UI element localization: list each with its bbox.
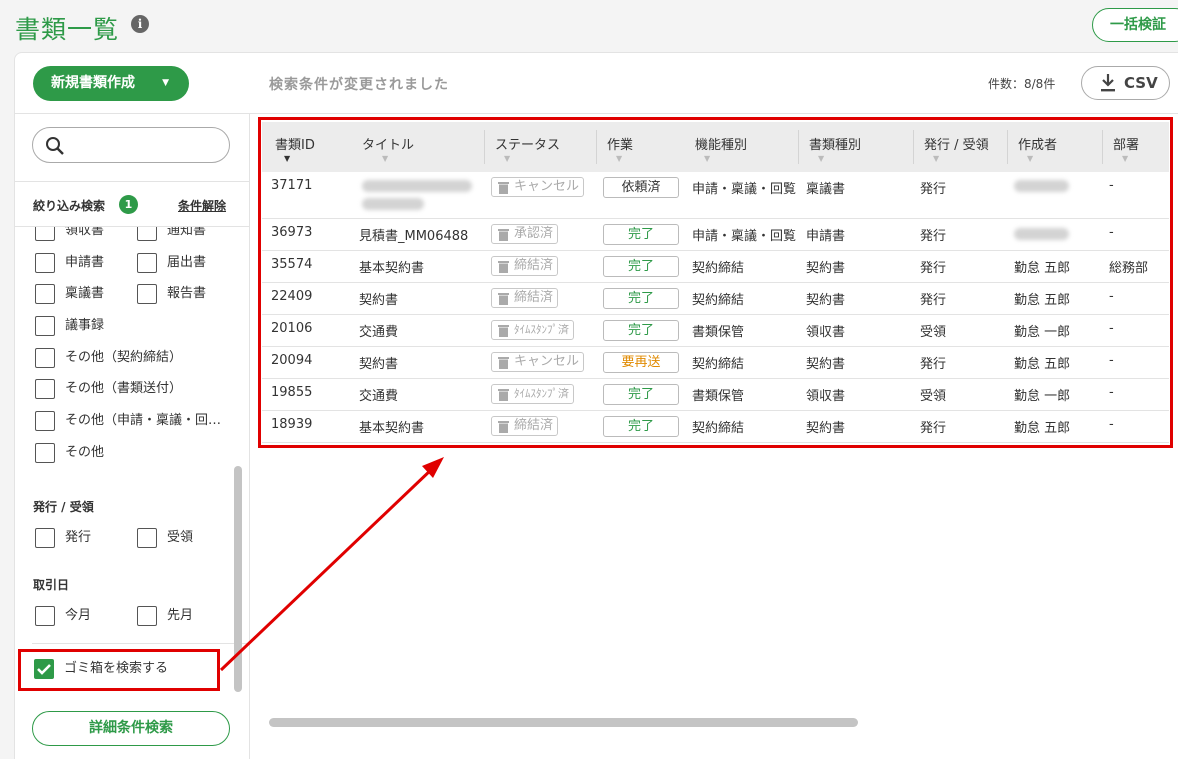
filter-count-badge: 1	[119, 195, 138, 214]
filter-checkbox-minutes[interactable]: 議事録	[35, 316, 104, 336]
sidebar-divider-line	[15, 181, 249, 182]
filter-checkbox-last-month[interactable]: 先月	[137, 606, 193, 626]
toolbar-divider	[15, 113, 1178, 114]
checkbox[interactable]	[137, 253, 157, 273]
detail-search-button[interactable]: 詳細条件検索	[32, 711, 230, 746]
filter-checkbox-receipt[interactable]: 領収書	[35, 227, 104, 241]
filter-checkbox-report[interactable]: 報告書	[137, 284, 206, 304]
clear-filters-link[interactable]: 条件解除	[178, 197, 226, 214]
bulk-verify-button[interactable]: 一括検証	[1092, 8, 1178, 42]
filter-checkbox-ringi[interactable]: 稟議書	[35, 284, 104, 304]
checkbox[interactable]	[137, 227, 157, 241]
checkbox[interactable]	[35, 528, 55, 548]
checkbox[interactable]	[137, 606, 157, 626]
checkbox[interactable]	[137, 284, 157, 304]
issue-filter-title: 発行 / 受領	[33, 500, 94, 514]
checkbox[interactable]	[35, 411, 55, 431]
checkbox[interactable]	[35, 227, 55, 241]
csv-label: CSV	[1124, 74, 1158, 92]
filter-checkbox-other-application[interactable]: その他（申請・稟議・回…	[35, 411, 221, 431]
checkbox[interactable]	[35, 379, 55, 399]
filter-checkbox-notification[interactable]: 届出書	[137, 253, 206, 273]
search-icon	[46, 137, 64, 155]
date-filter-title: 取引日	[33, 578, 70, 592]
filter-checkbox-application[interactable]: 申請書	[35, 253, 104, 273]
chevron-down-icon: ▼	[162, 78, 169, 88]
filter-checkbox-issued[interactable]: 発行	[35, 528, 91, 548]
info-icon[interactable]: i	[131, 15, 149, 33]
checkbox[interactable]	[35, 253, 55, 273]
new-document-button[interactable]: 新規書類作成 ▼	[33, 66, 189, 101]
result-count: 件数：8/8件	[988, 77, 1056, 91]
filter-checkbox-other-contract[interactable]: その他（契約締結）	[35, 348, 182, 368]
filter-checkbox-other-sending[interactable]: その他（書類送付）	[35, 379, 182, 399]
search-input[interactable]	[32, 127, 230, 163]
checkbox[interactable]	[137, 528, 157, 548]
csv-download-button[interactable]: CSV	[1081, 66, 1170, 100]
highlight-box-table	[258, 117, 1173, 448]
highlight-box-trash	[18, 649, 220, 691]
filter-checkbox-other[interactable]: その他	[35, 443, 104, 463]
sidebar-scrollbar[interactable]	[234, 466, 242, 692]
table-horizontal-scrollbar[interactable]	[269, 718, 858, 727]
filter-checkbox-this-month[interactable]: 今月	[35, 606, 91, 626]
search-status-message: 検索条件が変更されました	[269, 77, 449, 93]
filter-title: 絞り込み検索	[33, 199, 106, 213]
checkbox[interactable]	[35, 443, 55, 463]
download-icon	[1101, 74, 1115, 92]
checkbox[interactable]	[35, 606, 55, 626]
checkbox[interactable]	[35, 284, 55, 304]
checkbox[interactable]	[35, 348, 55, 368]
checkbox[interactable]	[35, 316, 55, 336]
sidebar-divider	[249, 114, 250, 759]
doc-type-filter-list: 領収書 通知書 申請書 届出書 稟議書 報告書 議事録 その他（契約締結） その…	[0, 227, 249, 467]
sidebar-divider-line	[32, 643, 249, 644]
filter-checkbox-notice[interactable]: 通知書	[137, 227, 206, 241]
new-document-label: 新規書類作成	[51, 75, 135, 91]
page-title: 書類一覧	[15, 15, 120, 44]
filter-checkbox-received[interactable]: 受領	[137, 528, 193, 548]
